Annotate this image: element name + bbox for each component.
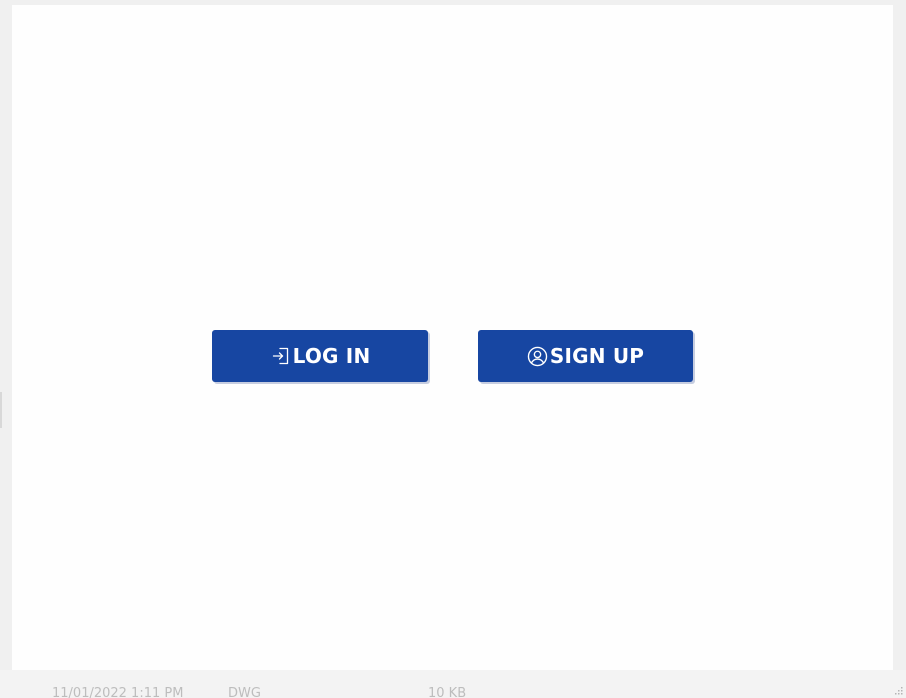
login-button[interactable]: LOG IN (212, 330, 428, 382)
window-edge (0, 392, 2, 428)
login-label: LOG IN (292, 344, 371, 368)
background-file-row: 11/01/2022 1:11 PM DWG 10 KB (0, 670, 906, 698)
signup-button[interactable]: SIGN UP (478, 330, 693, 382)
resize-grip-icon[interactable] (893, 685, 903, 695)
auth-panel: LOG IN SIGN UP (12, 5, 893, 670)
background-file-size: 10 KB (428, 686, 467, 698)
login-icon (270, 345, 292, 367)
user-circle-icon (527, 345, 549, 367)
app-window: 11/01/2022 1:11 PM DWG 10 KB LOG IN SIGN… (0, 0, 906, 698)
background-file-type: DWG (228, 686, 261, 698)
background-file-date: 11/01/2022 1:11 PM (52, 686, 184, 698)
signup-label: SIGN UP (549, 344, 645, 368)
